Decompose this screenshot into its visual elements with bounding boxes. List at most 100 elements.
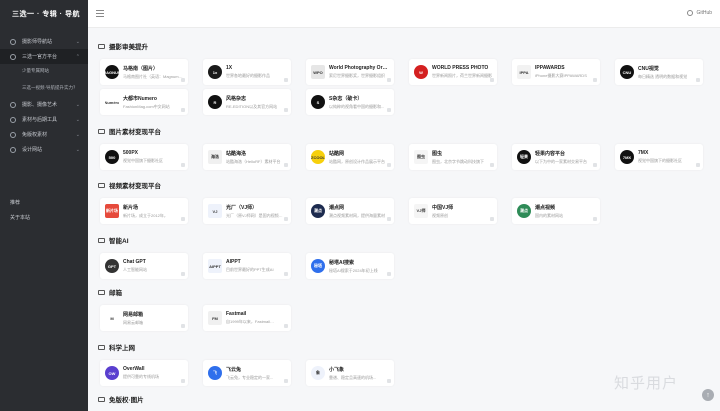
sidebar-link-about[interactable]: 关于本站 xyxy=(10,214,30,221)
sidebar-item-photo-art[interactable]: 摄影、摄像艺术 ⌄ xyxy=(0,97,88,112)
site-card[interactable]: GPT Chat GPT 人工智能网站 xyxy=(100,253,188,279)
menu-icon[interactable] xyxy=(96,10,104,17)
sidebar-item-design[interactable]: 设计网站 ⌄ xyxy=(0,142,88,157)
sidebar-item-photographer-nav[interactable]: 摄影师导航站 ⌄ xyxy=(0,34,88,49)
card-text: CNU视觉 每日精选 透明的数据和视觉 xyxy=(638,65,698,80)
detail-icon[interactable] xyxy=(284,163,288,167)
detail-icon[interactable] xyxy=(490,217,494,221)
site-card[interactable]: 1x 1X 世界各地最好的摄影作品 xyxy=(203,59,291,85)
detail-icon[interactable] xyxy=(387,272,391,276)
site-card[interactable]: W WORLD PRESS PHOTO 世界新闻照片，荷兰世界新闻摄影 xyxy=(409,59,497,85)
detail-icon[interactable] xyxy=(696,78,700,82)
site-card[interactable]: S S杂志（破卡） 以纯粹的视角看中国的摄影和... xyxy=(306,89,394,115)
site-card[interactable]: 潮点 潮点网 潮点视频素材网，提供海量素材 xyxy=(306,198,394,224)
site-card[interactable]: 海洛 站酷海洛 站酷海洛（HelloRF）素材平台 xyxy=(203,144,291,170)
detail-icon[interactable] xyxy=(593,217,597,221)
card-description: 世界新闻照片，荷兰世界新闻摄影 xyxy=(432,73,492,78)
site-card[interactable]: VJ师 中国VJ师 视频原创 xyxy=(409,198,497,224)
detail-icon[interactable] xyxy=(696,163,700,167)
card-title: OverWall xyxy=(123,366,145,372)
sidebar-item-label: 摄影、摄像艺术 xyxy=(22,102,58,108)
card-title: 新片场 xyxy=(123,204,139,211)
site-card[interactable]: 象小飞象 靠谱、稳定且高速的机场... xyxy=(306,360,394,386)
site-card[interactable]: VJ 光厂（VJ师） 光厂（原VJ师网）是国内视频素材 xyxy=(203,198,291,224)
site-logo-icon: VJ师 xyxy=(414,204,428,218)
detail-icon[interactable] xyxy=(387,379,391,383)
card-description: 马格南图片社（英语：Magnum Photos） xyxy=(123,73,183,79)
site-card[interactable]: 新片场 新片场 新片场，成立于2012年， xyxy=(100,198,188,224)
site-card[interactable]: FM Fastmail 自1999年以来，Fastmail… xyxy=(203,305,291,331)
github-link[interactable]: GitHub xyxy=(687,10,712,16)
site-logo-icon: M xyxy=(105,311,119,325)
sidebar-item-free-assets[interactable]: 免版权素材 ⌄ xyxy=(0,127,88,142)
site-card[interactable]: OW OverWall 提供可靠的专线机场 xyxy=(100,360,188,386)
site-card[interactable]: IPPA IPPAWARDS iPhone摄影大赛IPPAWARDS xyxy=(512,59,600,85)
site-card[interactable]: 7MX 7MX 视觉中国旗下的摄影社区 xyxy=(615,144,703,170)
site-card[interactable]: ZCOOL 站酷网 站酷网，原创设计作品展示平台 xyxy=(306,144,394,170)
card-text: S杂志（破卡） 以纯粹的视角看中国的摄影和... xyxy=(329,95,389,110)
site-logo-icon: 海洛 xyxy=(208,150,222,164)
site-card[interactable]: WPO World Photography Orga... 索尼世界摄影奖，世界摄影… xyxy=(306,59,394,85)
detail-icon[interactable] xyxy=(181,78,185,82)
sidebar: 三选一 · 专辑 · 导航 摄影师导航站 ⌄ 三选一官方平台 ⌃ 少量专属网站 … xyxy=(0,0,88,411)
detail-icon[interactable] xyxy=(181,163,185,167)
site-logo-icon: FM xyxy=(208,311,222,325)
card-description: FashionMag.com中文网站 xyxy=(123,103,170,109)
detail-icon[interactable] xyxy=(181,217,185,221)
detail-icon[interactable] xyxy=(284,324,288,328)
sidebar-item-official[interactable]: 三选一官方平台 ⌃ xyxy=(0,49,88,64)
site-card[interactable]: MAGNUM 马格南（图片）马格南图片社（英语：Magnum Photos） xyxy=(100,59,188,85)
detail-icon[interactable] xyxy=(284,379,288,383)
site-card[interactable]: M 网易邮箱 网易云邮箱 xyxy=(100,305,188,331)
site-card[interactable]: Numéro 大都市Numero FashionMag.com中文网站 xyxy=(100,89,188,115)
card-description: 国内的素材网站 xyxy=(535,212,563,218)
sidebar-nav: 摄影师导航站 ⌄ 三选一官方平台 ⌃ 少量专属网站 三选一视频·导航提升实力？ … xyxy=(0,28,88,157)
detail-icon[interactable] xyxy=(284,217,288,221)
site-card[interactable]: 潮点 潮点视频 国内的素材网站 xyxy=(512,198,600,224)
sidebar-subitem[interactable]: 三选一视频·导航提升实力？ xyxy=(0,77,88,97)
card-text: 潮点视频 国内的素材网站 xyxy=(535,204,595,219)
detail-icon[interactable] xyxy=(593,163,597,167)
site-card[interactable]: AIPPT AIPPT 目前世界最好的PPT生成AI xyxy=(203,253,291,279)
detail-icon[interactable] xyxy=(181,324,185,328)
sidebar-item-label: 免版权素材 xyxy=(22,132,48,138)
card-text: 站酷网 站酷网，原创设计作品展示平台 xyxy=(329,150,389,165)
detail-icon[interactable] xyxy=(490,78,494,82)
site-card[interactable]: CNU CNU视觉 每日精选 透明的数据和视觉 xyxy=(615,59,703,85)
site-card[interactable]: R 风格杂志 RE-EDITION以及其官方网站 xyxy=(203,89,291,115)
site-card[interactable]: 图虫 图虫 图虫，北京字节跳动科技旗下 xyxy=(409,144,497,170)
detail-icon[interactable] xyxy=(284,78,288,82)
site-card[interactable]: 500 500PX 视觉中国旗下摄影社区 xyxy=(100,144,188,170)
detail-icon[interactable] xyxy=(181,379,185,383)
folder-icon xyxy=(98,182,105,188)
sidebar-item-label: 素材与后期工具 xyxy=(22,117,58,123)
site-logo-icon: 秘塔 xyxy=(311,259,325,273)
site-card[interactable]: 飞飞云兔 飞云兔，专业稳定的一家... xyxy=(203,360,291,386)
card-title: 网易邮箱 xyxy=(123,311,144,318)
site-card[interactable]: 秘塔 秘塔AI搜索 秘塔AI搜索于2024年初上线 xyxy=(306,253,394,279)
site-logo-icon: 潮点 xyxy=(517,204,531,218)
section-title: 免版权·图片 xyxy=(98,394,144,404)
detail-icon[interactable] xyxy=(284,272,288,276)
detail-icon[interactable] xyxy=(181,272,185,276)
detail-icon[interactable] xyxy=(181,108,185,112)
card-description: 新片场，成立于2012年， xyxy=(123,212,168,218)
arrow-up-icon[interactable]: ↑ xyxy=(702,389,714,401)
detail-icon[interactable] xyxy=(490,163,494,167)
detail-icon[interactable] xyxy=(593,78,597,82)
detail-icon[interactable] xyxy=(387,217,391,221)
card-text: 1X 世界各地最好的摄影作品 xyxy=(226,65,286,79)
card-title: 潮点视频 xyxy=(535,204,556,211)
detail-icon[interactable] xyxy=(387,108,391,112)
card-title: World Photography Orga... xyxy=(329,65,389,71)
card-title: Chat GPT xyxy=(123,259,146,265)
card-description: 每日精选 透明的数据和视觉 xyxy=(638,73,688,79)
sidebar-link-recommend[interactable]: 推荐 xyxy=(10,199,20,206)
detail-icon[interactable] xyxy=(284,108,288,112)
sidebar-item-tools[interactable]: 素材与后期工具 ⌄ xyxy=(0,112,88,127)
github-label: GitHub xyxy=(696,10,712,16)
detail-icon[interactable] xyxy=(387,78,391,82)
sidebar-subitem[interactable]: 少量专属网站 xyxy=(0,64,88,77)
site-card[interactable]: 轻果 轻果内容平台 以下为中的一家素材交易平台 xyxy=(512,144,600,170)
detail-icon[interactable] xyxy=(387,163,391,167)
